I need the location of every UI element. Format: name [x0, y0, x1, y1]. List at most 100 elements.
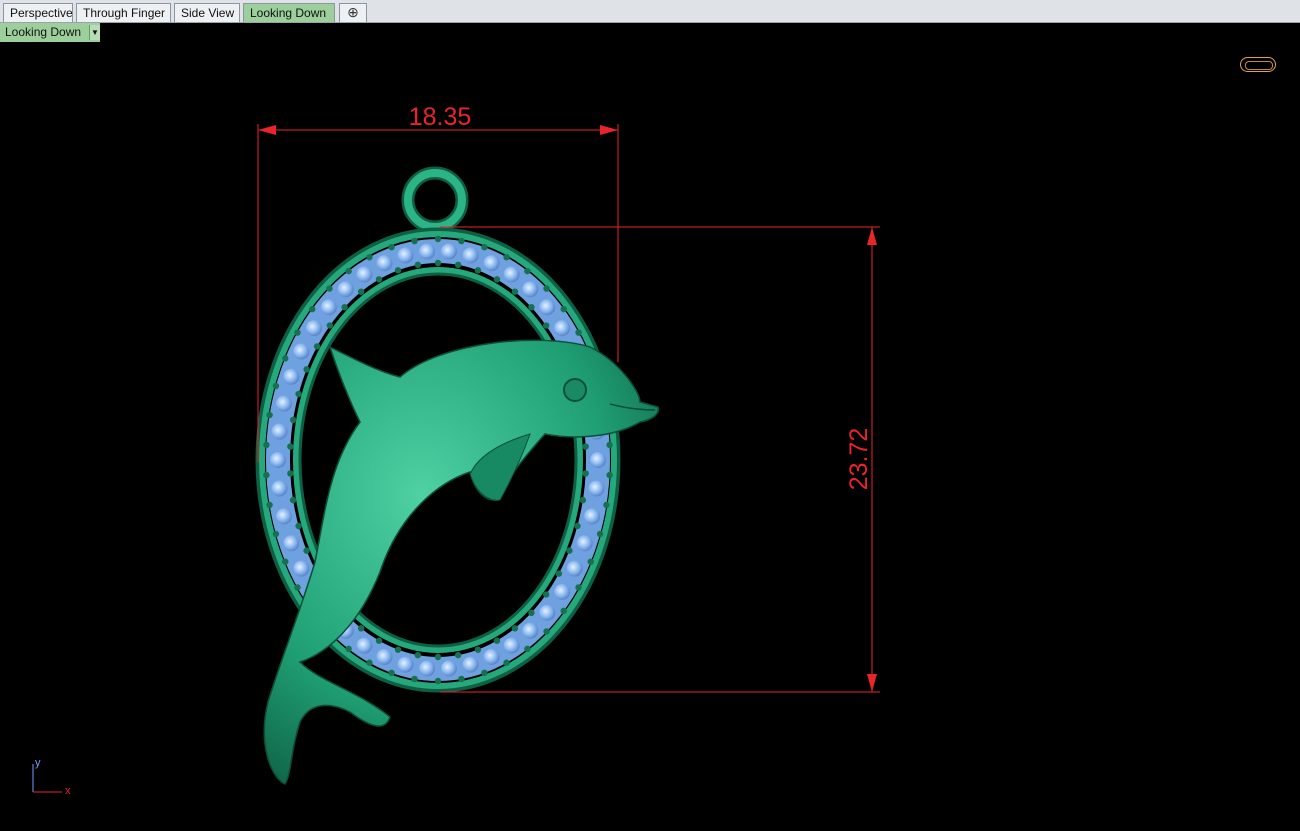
- prong: [394, 267, 402, 274]
- prong: [511, 288, 519, 295]
- tab-through-finger[interactable]: Through Finger: [76, 3, 171, 22]
- prong: [582, 470, 589, 477]
- gemstone: [522, 622, 539, 639]
- prong: [575, 584, 582, 591]
- height-dimension-label: 23.72: [845, 428, 873, 491]
- prong: [357, 288, 365, 295]
- gemstone: [293, 343, 310, 360]
- gemstone: [539, 299, 556, 316]
- gemstone: [356, 266, 373, 283]
- prong: [503, 659, 510, 666]
- add-tab-button[interactable]: ⊕: [339, 3, 367, 22]
- gemstone: [271, 480, 288, 497]
- prong: [606, 471, 613, 479]
- gemstone: [554, 320, 571, 337]
- prong: [272, 382, 280, 390]
- gemstone: [522, 281, 539, 298]
- gemstone: [554, 583, 571, 600]
- prong: [388, 669, 395, 677]
- prong: [543, 628, 550, 635]
- prong: [282, 355, 289, 362]
- prong: [493, 637, 501, 644]
- gemstone: [376, 255, 393, 272]
- viewport-title-menu[interactable]: Looking Down ▼: [0, 23, 100, 42]
- gemstone: [590, 452, 606, 468]
- prong: [313, 343, 321, 350]
- gemstone: [483, 255, 500, 272]
- prong: [543, 285, 550, 292]
- prong: [295, 522, 302, 530]
- prong: [295, 390, 302, 398]
- view-cube-icon[interactable]: [1240, 57, 1276, 72]
- viewport-title-label: Looking Down: [5, 25, 82, 39]
- prong: [481, 669, 488, 677]
- y-axis-label: y: [35, 757, 41, 769]
- gemstone: [440, 243, 457, 260]
- gemstone: [275, 508, 292, 525]
- prong: [411, 237, 418, 245]
- gemstone: [271, 423, 288, 440]
- prong: [454, 261, 462, 269]
- prong: [303, 547, 310, 554]
- prong: [434, 677, 442, 685]
- tab-perspective[interactable]: Perspective: [3, 3, 73, 22]
- gemstone: [566, 560, 583, 577]
- prong: [357, 625, 365, 632]
- prong: [326, 285, 333, 292]
- prong: [603, 501, 610, 509]
- gemstone: [376, 648, 393, 665]
- prong: [458, 237, 465, 245]
- chevron-down-icon[interactable]: ▼: [89, 25, 100, 40]
- gemstone: [588, 480, 605, 497]
- prong: [345, 267, 352, 275]
- viewport-canvas[interactable]: 18.35 23.72 y x: [0, 42, 1300, 831]
- prong: [511, 625, 519, 632]
- prong: [454, 651, 462, 659]
- prong: [574, 522, 581, 530]
- gemstone: [584, 508, 601, 525]
- gemstone: [275, 395, 292, 412]
- prong: [542, 322, 550, 329]
- prong: [555, 570, 563, 577]
- bail-ring: [401, 166, 469, 234]
- prong: [434, 235, 442, 243]
- prong: [458, 675, 465, 683]
- prong: [596, 530, 604, 538]
- prong: [582, 443, 589, 450]
- gemstone: [483, 648, 500, 665]
- viewport-scene: 18.35 23.72 y x: [32, 103, 880, 797]
- gemstone: [356, 637, 373, 654]
- width-dimension-label: 18.35: [409, 103, 472, 131]
- world-axes-icon: y x: [32, 757, 71, 797]
- prong: [434, 653, 442, 661]
- gemstone: [576, 535, 593, 552]
- prong: [282, 558, 289, 565]
- prong: [528, 609, 535, 617]
- prong: [266, 501, 273, 509]
- prong: [345, 645, 352, 653]
- gemstone: [337, 281, 354, 298]
- gemstone: [270, 452, 286, 468]
- prong: [375, 276, 383, 283]
- prong: [575, 329, 582, 336]
- prong: [289, 416, 297, 424]
- prong: [394, 646, 402, 653]
- prong: [263, 471, 270, 479]
- prong: [481, 243, 488, 251]
- prong: [503, 254, 510, 261]
- prong: [434, 259, 442, 267]
- prong: [303, 366, 310, 373]
- prong: [289, 496, 297, 504]
- prong: [266, 411, 273, 419]
- tab-side-view[interactable]: Side View: [174, 3, 240, 22]
- tab-looking-down[interactable]: Looking Down: [243, 3, 335, 22]
- gemstone: [397, 247, 414, 264]
- prong: [414, 261, 422, 269]
- gemstone: [539, 604, 556, 621]
- prong: [414, 651, 422, 659]
- prong: [309, 305, 316, 313]
- prong: [263, 441, 270, 449]
- viewport-tab-bar: Perspective Through Finger Side View Loo…: [0, 0, 1300, 23]
- prong: [566, 547, 573, 554]
- gemstone: [305, 320, 322, 337]
